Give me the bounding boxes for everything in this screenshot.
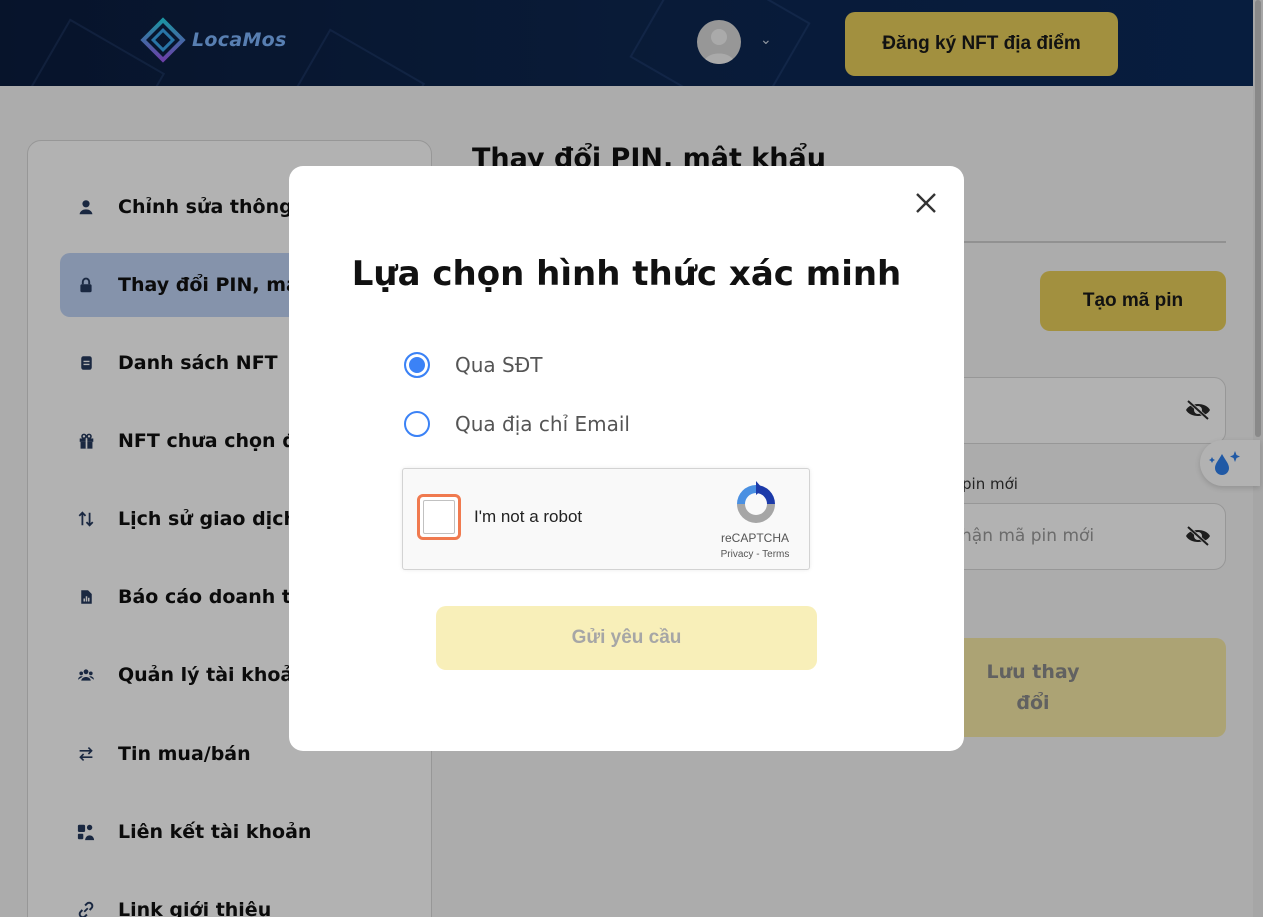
recaptcha-privacy-link[interactable]: Privacy: [721, 549, 754, 560]
radio-phone[interactable]: [404, 352, 430, 378]
option-label: Qua địa chỉ Email: [455, 412, 630, 436]
submit-request-button[interactable]: Gửi yêu cầu: [436, 606, 817, 670]
modal-title: Lựa chọn hình thức xác minh: [351, 254, 902, 294]
radio-email[interactable]: [404, 411, 430, 437]
option-email[interactable]: Qua địa chỉ Email: [404, 411, 630, 437]
option-label: Qua SĐT: [455, 353, 543, 377]
close-icon[interactable]: [913, 190, 939, 216]
option-phone[interactable]: Qua SĐT: [404, 352, 542, 378]
recaptcha-checkbox[interactable]: [417, 494, 461, 540]
recaptcha-separator: -: [753, 549, 763, 560]
recaptcha-brand: reCAPTCHA: [720, 531, 789, 545]
recaptcha-logo-icon: [737, 481, 775, 523]
recaptcha-links: Privacy - Terms: [705, 549, 805, 560]
recaptcha-terms-link[interactable]: Terms: [762, 549, 789, 560]
recaptcha-label: I'm not a robot: [474, 507, 583, 526]
recaptcha-widget: I'm not a robot reCAPTCHA Privacy - Term…: [402, 468, 810, 570]
